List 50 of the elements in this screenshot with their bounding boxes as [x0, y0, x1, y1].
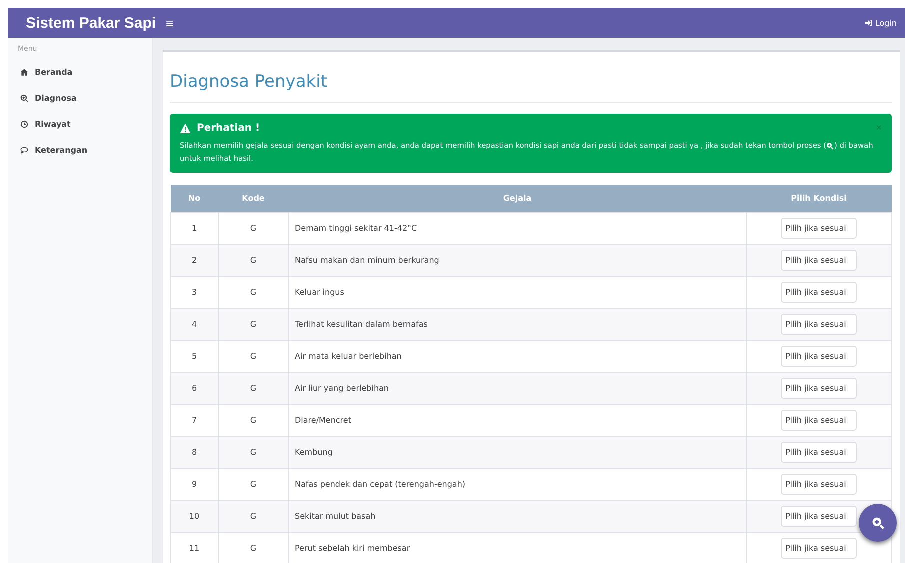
table-cell: G: [218, 244, 288, 276]
page-title: Diagnosa Penyakit: [170, 52, 892, 103]
sidebar-item[interactable]: Diagnosa: [8, 89, 152, 108]
warning-icon: [180, 123, 191, 134]
condition-dropdown[interactable]: Pilih jika sesuai: [780, 474, 858, 495]
condition-dropdown[interactable]: Pilih jika sesuai: [780, 346, 858, 367]
table-cell: 4: [170, 308, 218, 340]
chat-icon: [20, 146, 29, 155]
condition-dropdown[interactable]: Pilih jika sesuai: [780, 250, 858, 271]
table-cell: G: [218, 308, 288, 340]
home-icon: [20, 68, 29, 77]
table-cell: 8: [170, 436, 218, 468]
condition-dropdown[interactable]: Pilih jika sesuai: [780, 282, 858, 303]
condition-dropdown[interactable]: Pilih jika sesuai: [780, 538, 858, 559]
brand-title: Sistem Pakar Sapi: [26, 14, 158, 32]
clock-icon: [20, 120, 29, 129]
table-cell: G: [218, 436, 288, 468]
table-cell: G: [218, 500, 288, 532]
table-cell: Air liur yang berlebihan: [288, 372, 746, 404]
table-cell: Terlihat kesulitan dalam bernafas: [288, 308, 746, 340]
alert-title: Perhatian !: [197, 123, 260, 134]
condition-dropdown[interactable]: Pilih jika sesuai: [780, 410, 858, 431]
zoom-in-icon: [20, 94, 29, 103]
table-cell: Nafsu makan dan minum berkurang: [288, 244, 746, 276]
column-header: Pilih Kondisi: [746, 185, 892, 212]
condition-dropdown[interactable]: Pilih jika sesuai: [780, 378, 858, 399]
table-cell: 11: [170, 532, 218, 563]
table-cell: 10: [170, 500, 218, 532]
condition-dropdown[interactable]: Pilih jika sesuai: [780, 218, 858, 239]
sidebar-item[interactable]: Keterangan: [8, 141, 152, 160]
login-link[interactable]: Login: [865, 18, 897, 28]
zoom-in-icon: [871, 516, 885, 530]
table-cell: Kembung: [288, 436, 746, 468]
sidebar-item[interactable]: Beranda: [8, 63, 152, 82]
condition-dropdown[interactable]: Pilih jika sesuai: [780, 314, 858, 335]
column-header: Gejala: [288, 185, 746, 212]
table-cell: Sekitar mulut basah: [288, 500, 746, 532]
menu-toggle[interactable]: ≡: [162, 16, 178, 30]
sidebar-item[interactable]: Riwayat: [8, 115, 152, 134]
zoom-in-icon: [826, 142, 834, 150]
column-header: No: [170, 185, 218, 212]
condition-dropdown[interactable]: Pilih jika sesuai: [780, 506, 858, 527]
column-header: Kode: [218, 185, 288, 212]
table-cell: 6: [170, 372, 218, 404]
table-cell: 1: [170, 212, 218, 244]
table-cell: G: [218, 372, 288, 404]
sign-in-icon: [865, 19, 874, 27]
condition-dropdown[interactable]: Pilih jika sesuai: [780, 442, 858, 463]
table-cell: Demam tinggi sekitar 41-42°C: [288, 212, 746, 244]
table-cell: 2: [170, 244, 218, 276]
